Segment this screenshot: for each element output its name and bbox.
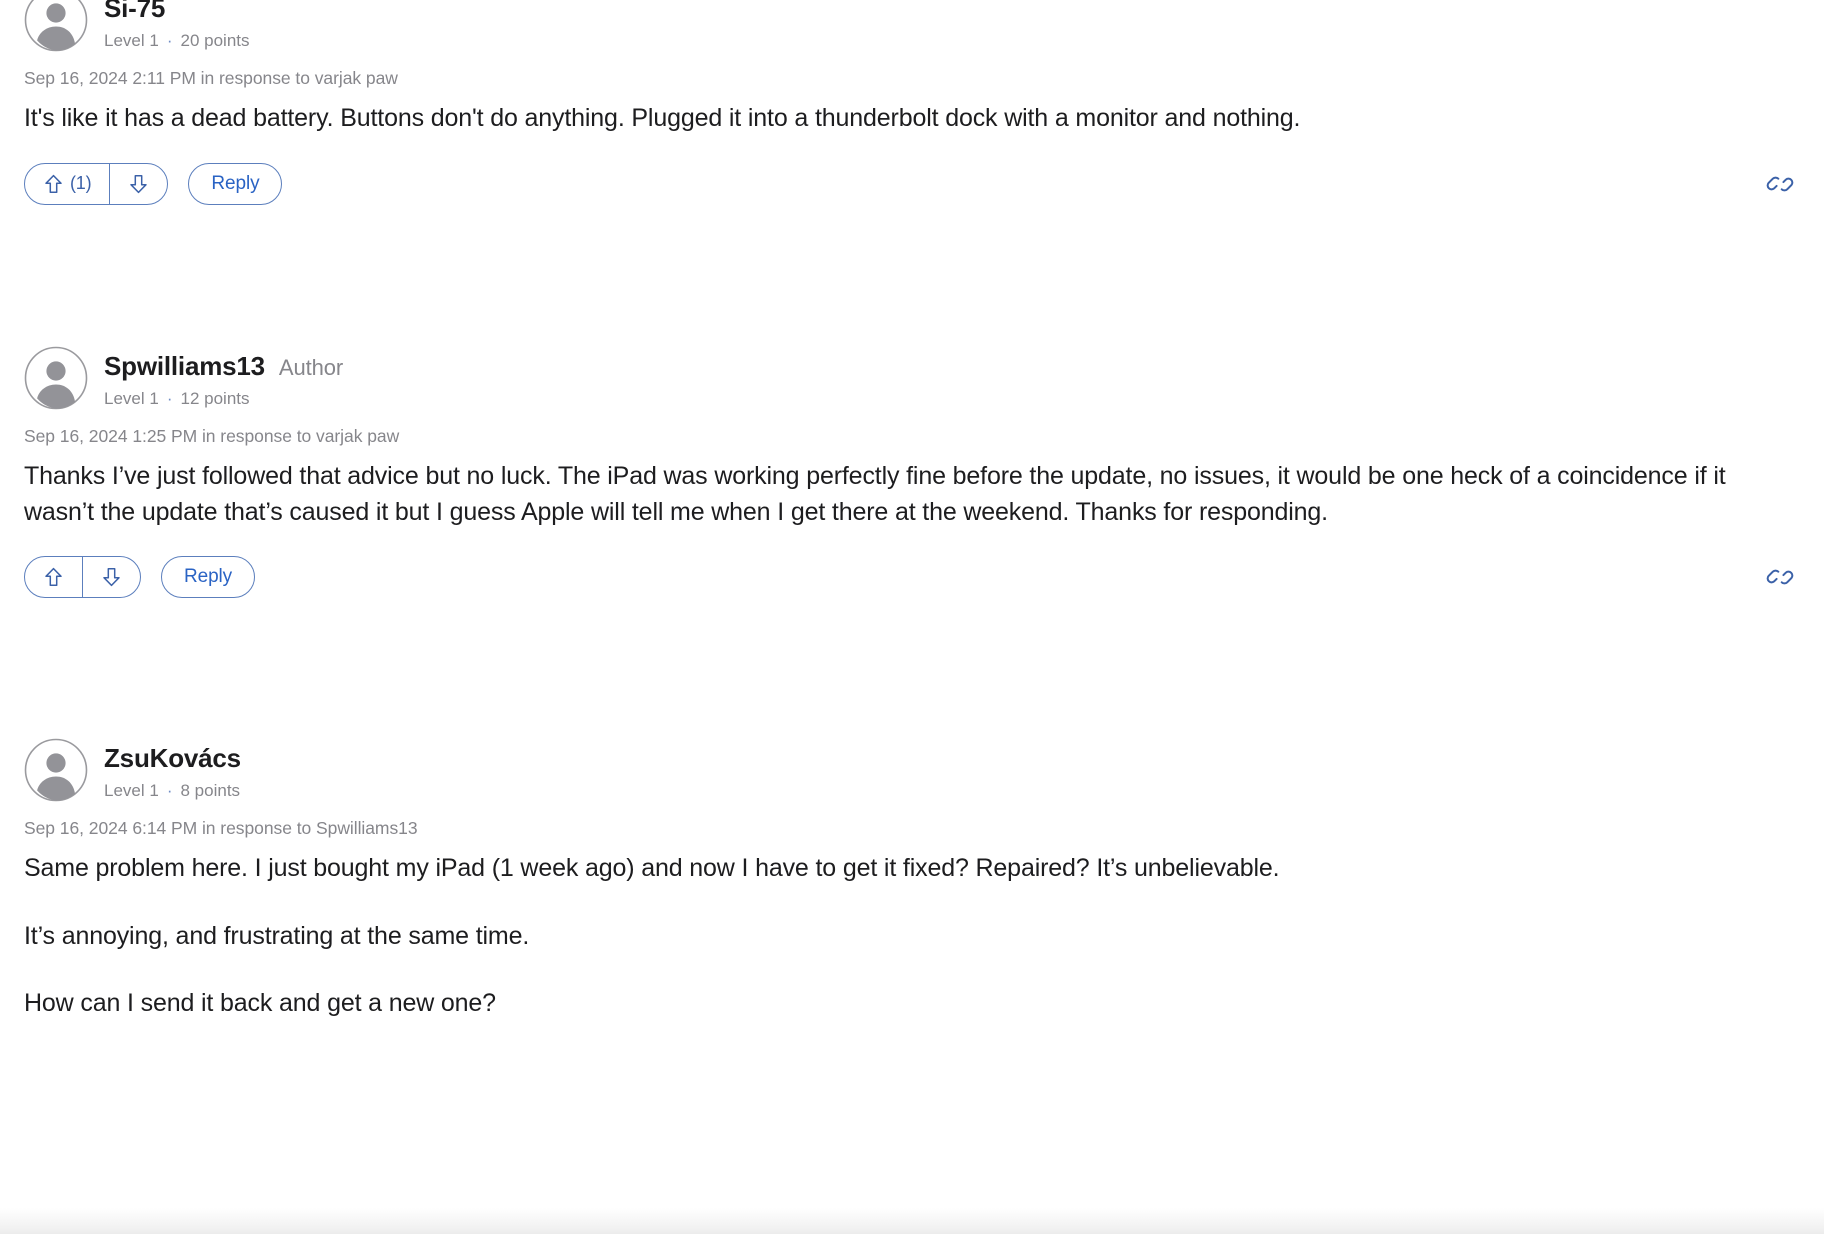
comment-paragraph: It’s annoying, and frustrating at the sa… [24, 921, 530, 950]
arrow-up-icon [44, 174, 63, 194]
comment-timestamp: Sep 16, 2024 6:14 PM in response to Spwi… [24, 818, 418, 838]
user-level: Level 1 [104, 31, 159, 51]
user-name[interactable]: Spwilliams13 [104, 351, 265, 381]
comment-item: Si-75 Level 1 · 20 points Sep 16, 2024 2… [24, 0, 1800, 205]
upvote-button[interactable]: (1) [25, 164, 109, 204]
comment-header: Spwilliams13 Author Level 1 · 12 points [24, 346, 1800, 410]
upvote-count: (1) [70, 173, 92, 193]
downvote-button[interactable] [82, 557, 140, 597]
user-level: Level 1 [104, 781, 159, 801]
comment-item: ZsuKovács Level 1 · 8 points Sep 16, 202… [24, 738, 1800, 1022]
comment-header: Si-75 Level 1 · 20 points [24, 0, 1800, 52]
meta-separator: · [166, 389, 173, 409]
comment-actions: (1) Reply [24, 162, 1800, 205]
link-icon [1766, 176, 1794, 201]
link-icon [1766, 569, 1794, 594]
meta-separator: · [166, 781, 173, 801]
name-row: Si-75 [104, 0, 250, 23]
user-name[interactable]: Si-75 [104, 0, 165, 23]
comment-body: Same problem here. I just bought my iPad… [24, 851, 1799, 1022]
user-level: Level 1 [104, 389, 159, 409]
comment-body: Thanks I’ve just followed that advice bu… [24, 459, 1799, 530]
downvote-button[interactable] [109, 163, 167, 204]
comment-paragraph: It's like it has a dead battery. Buttons… [24, 104, 1301, 132]
user-meta: Level 1 · 8 points [104, 781, 241, 801]
user-points: 8 points [180, 781, 241, 801]
comment-timestamp: Sep 16, 2024 2:11 PM in response to varj… [24, 68, 398, 88]
arrow-up-icon [44, 567, 63, 587]
reply-button[interactable]: Reply [161, 556, 256, 598]
user-meta: Level 1 · 12 points [104, 389, 343, 409]
comment-body: It's like it has a dead battery. Buttons… [24, 101, 1799, 137]
user-points: 12 points [180, 389, 250, 409]
comment-timestamp: Sep 16, 2024 1:25 PM in response to varj… [24, 426, 400, 446]
meta-separator: · [166, 31, 173, 51]
comment-paragraph: How can I send it back and get a new one… [24, 989, 496, 1017]
user-meta: Level 1 · 20 points [104, 31, 250, 51]
upvote-button[interactable] [25, 557, 82, 597]
author-badge: Author [278, 355, 344, 380]
comment-actions: Reply [24, 556, 1800, 598]
avatar [24, 738, 88, 802]
comment-paragraph: Same problem here. I just bought my iPad… [24, 854, 1280, 882]
user-identity: Si-75 Level 1 · 20 points [104, 0, 250, 52]
user-identity: Spwilliams13 Author Level 1 · 12 points [104, 350, 343, 410]
reply-button[interactable]: Reply [188, 162, 283, 205]
user-name[interactable]: ZsuKovács [104, 743, 241, 773]
bottom-fade-overlay [0, 1208, 1824, 1234]
comment-paragraph: Thanks I’ve just followed that advice bu… [24, 462, 1726, 526]
vote-pill [24, 556, 141, 598]
comment-header: ZsuKovács Level 1 · 8 points [24, 738, 1800, 802]
comment-thread-page: Si-75 Level 1 · 20 points Sep 16, 2024 2… [0, 0, 1824, 1234]
name-row: ZsuKovács [104, 743, 241, 773]
vote-pill: (1) [24, 162, 169, 205]
copy-link-button[interactable] [1760, 557, 1800, 597]
name-row: Spwilliams13 Author [104, 351, 344, 381]
user-points: 20 points [180, 31, 250, 51]
user-identity: ZsuKovács Level 1 · 8 points [104, 742, 241, 802]
arrow-down-icon [129, 174, 148, 194]
comment-item: Spwilliams13 Author Level 1 · 12 points … [24, 346, 1800, 598]
avatar [24, 0, 88, 52]
avatar [24, 346, 88, 410]
copy-link-button[interactable] [1760, 164, 1800, 204]
arrow-down-icon [102, 567, 121, 587]
